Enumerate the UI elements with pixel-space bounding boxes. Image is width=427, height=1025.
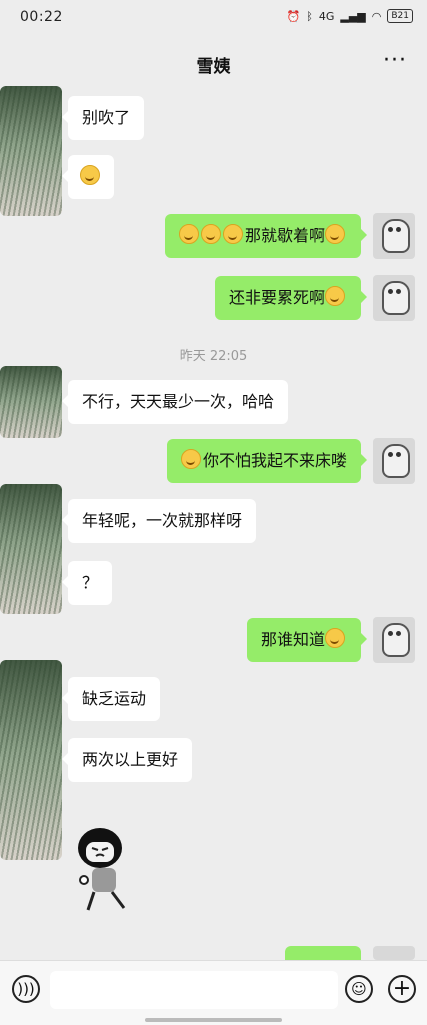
message-bubble-sent[interactable]: 还非要累死啊 bbox=[214, 276, 368, 320]
avatar-eye bbox=[388, 227, 393, 232]
meme-sticker[interactable] bbox=[72, 824, 142, 916]
thinking-emoji-icon bbox=[325, 224, 345, 244]
message-text: 年轻呢，一次就那样呀 bbox=[82, 511, 243, 530]
message-text: 不行，天天最少一次，哈哈 bbox=[82, 392, 275, 411]
message-bubble-received[interactable]: 别吹了 bbox=[61, 96, 145, 140]
contact-avatar[interactable] bbox=[0, 660, 62, 860]
message-bubble-sent[interactable]: 你不怕我起不来床喽 bbox=[166, 439, 368, 483]
contact-avatar[interactable] bbox=[0, 366, 62, 438]
timestamp: 昨天 22:05 bbox=[179, 349, 248, 364]
chat-header: 雪姨 ··· bbox=[0, 40, 427, 86]
message-bubble-received[interactable]: 不行，天天最少一次，哈哈 bbox=[61, 380, 289, 424]
message-bubble-received[interactable]: 年轻呢，一次就那样呀 bbox=[61, 499, 257, 543]
message-text: 那就歇着啊 bbox=[244, 226, 325, 245]
status-bar: 00:22 ⏰ ᛒ 4G ▂▄▆ ◠ B21 bbox=[0, 0, 427, 34]
message-text: 还非要累死啊 bbox=[228, 288, 325, 307]
input-bar: ))) ☺ + bbox=[0, 960, 427, 1025]
message-bubble-sent[interactable]: 那就歇着啊 bbox=[164, 214, 368, 258]
avatar-eye bbox=[396, 631, 401, 636]
self-avatar[interactable] bbox=[373, 617, 415, 663]
avatar-eye bbox=[396, 227, 401, 232]
contact-avatar[interactable] bbox=[0, 86, 62, 216]
voice-icon[interactable]: ))) bbox=[12, 975, 40, 1003]
message-text: 你不怕我起不来床喽 bbox=[202, 451, 347, 470]
contact-avatar[interactable] bbox=[0, 484, 62, 614]
message-bubble-received[interactable] bbox=[62, 155, 114, 199]
laugh-cry-emoji-icon bbox=[222, 224, 243, 244]
thinking-emoji-icon bbox=[325, 628, 345, 648]
message-bubble-sent[interactable]: 那谁知道 bbox=[246, 618, 368, 662]
avatar-face bbox=[382, 281, 410, 315]
bluetooth-icon: ᛒ bbox=[306, 9, 313, 23]
alarm-icon: ⏰ bbox=[286, 9, 301, 23]
message-text: 别吹了 bbox=[82, 108, 131, 127]
message-bubble-sent[interactable] bbox=[285, 946, 367, 973]
self-avatar[interactable] bbox=[373, 275, 415, 321]
laugh-cry-emoji-icon bbox=[200, 224, 221, 244]
message-text: 缺乏运动 bbox=[82, 689, 147, 708]
grin-emoji-icon bbox=[80, 165, 100, 185]
battery-indicator: B21 bbox=[387, 9, 413, 23]
message-input[interactable] bbox=[50, 971, 338, 1009]
message-text: 两次以上更好 bbox=[82, 750, 179, 769]
avatar-eye bbox=[396, 452, 401, 457]
avatar-eye bbox=[388, 289, 393, 294]
message-bubble-received[interactable]: 缺乏运动 bbox=[61, 677, 161, 721]
avatar-eye bbox=[388, 631, 393, 636]
signal-icon: ▂▄▆ bbox=[340, 9, 366, 23]
self-avatar[interactable] bbox=[373, 213, 415, 259]
message-bubble-received[interactable]: ？ bbox=[61, 561, 113, 605]
network-label: 4G bbox=[318, 9, 335, 23]
laugh-cry-emoji-icon bbox=[180, 449, 201, 469]
avatar-face bbox=[382, 623, 410, 657]
more-dots-icon[interactable]: ··· bbox=[383, 50, 407, 72]
wifi-icon: ◠ bbox=[371, 9, 382, 23]
avatar-eye bbox=[396, 289, 401, 294]
status-icons: ⏰ ᛒ 4G ▂▄▆ ◠ B21 bbox=[287, 9, 413, 23]
laugh-cry-emoji-icon bbox=[178, 224, 199, 244]
chat-title: 雪姨 bbox=[196, 57, 231, 77]
emoji-icon[interactable]: ☺ bbox=[345, 975, 373, 1003]
self-avatar[interactable] bbox=[373, 946, 415, 960]
home-indicator bbox=[145, 1018, 282, 1022]
plus-icon[interactable]: + bbox=[388, 975, 416, 1003]
self-avatar[interactable] bbox=[373, 438, 415, 484]
avatar-face bbox=[382, 219, 410, 253]
message-text: 那谁知道 bbox=[260, 630, 325, 649]
avatar-eye bbox=[388, 452, 393, 457]
avatar-face bbox=[382, 444, 410, 478]
laugh-cry-emoji-icon bbox=[325, 286, 345, 306]
message-bubble-received[interactable]: 两次以上更好 bbox=[61, 738, 193, 782]
status-time: 00:22 bbox=[20, 9, 63, 25]
message-text: ？ bbox=[82, 573, 99, 592]
